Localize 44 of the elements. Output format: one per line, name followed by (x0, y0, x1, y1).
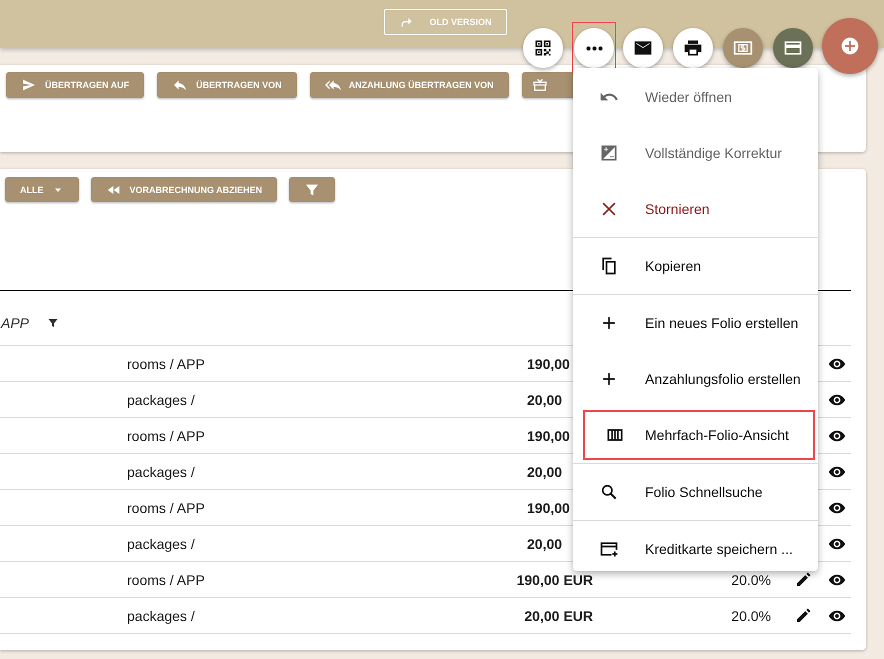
menu-item[interactable]: Mehrfach-Folio-Ansicht (583, 410, 815, 460)
table-cell-text: packages / (126, 392, 196, 408)
table-cell-text: packages / (126, 608, 196, 624)
pencil-icon[interactable] (794, 606, 812, 624)
deduct-button[interactable]: VORABRECHNUNG ABZIEHEN (90, 177, 278, 202)
table-cell-text: rooms / APP (126, 356, 206, 372)
menu-item[interactable]: Ein neues Folio erstellen (573, 295, 818, 351)
amount-cell: 190,00 (527, 500, 570, 516)
exposure-icon (599, 143, 619, 163)
search-icon (599, 482, 619, 502)
send-icon (21, 77, 37, 93)
amount-cell: 20,00 (527, 536, 562, 552)
amount-cell: 20,00 (527, 392, 562, 408)
transfer-button[interactable]: ÜBERTRAGEN VON (157, 72, 297, 98)
filter-icon (304, 182, 320, 198)
plus-icon (840, 36, 860, 56)
menu-item[interactable]: Anzahlungsfolio erstellen (573, 351, 818, 407)
filter-icon[interactable] (47, 317, 60, 329)
dropdown-button[interactable]: ALLE (5, 177, 78, 202)
transfer-button[interactable]: ANZAHLUNG ÜBERTRAGEN VON (310, 72, 509, 98)
table-cell-text: packages / (126, 464, 196, 480)
amount-cell: 190,00 (527, 428, 570, 444)
currency-cell: EUR (563, 608, 593, 624)
amount-cell: 190,00 (516, 572, 560, 588)
column-header: APP (1, 314, 30, 331)
tax-cell: 20.0% (731, 608, 771, 624)
printer-icon (683, 38, 703, 58)
more-icon (586, 46, 602, 50)
gift-icon (532, 77, 548, 93)
pencil-icon[interactable] (794, 570, 812, 588)
transfer-button[interactable]: ÜBERTRAGEN AUF (6, 72, 144, 98)
amount-cell: 190,00 (527, 356, 570, 372)
qr-code-icon (533, 38, 553, 58)
table-cell-text: rooms / APP (126, 428, 206, 444)
currency-cell: EUR (563, 572, 593, 588)
menu-item[interactable]: Folio Schnellsuche (573, 464, 818, 520)
table-cell-text: rooms / APP (126, 500, 206, 516)
tax-cell: 20.0% (731, 572, 771, 588)
amount-cell: 20,00 (527, 464, 562, 480)
table-cell-text: packages / (126, 536, 196, 552)
menu-item[interactable]: Kopieren (573, 238, 818, 294)
filter-button[interactable] (289, 177, 336, 202)
menu-item[interactable]: Stornieren (573, 181, 818, 237)
amount-cell: 20,00 (524, 608, 560, 624)
